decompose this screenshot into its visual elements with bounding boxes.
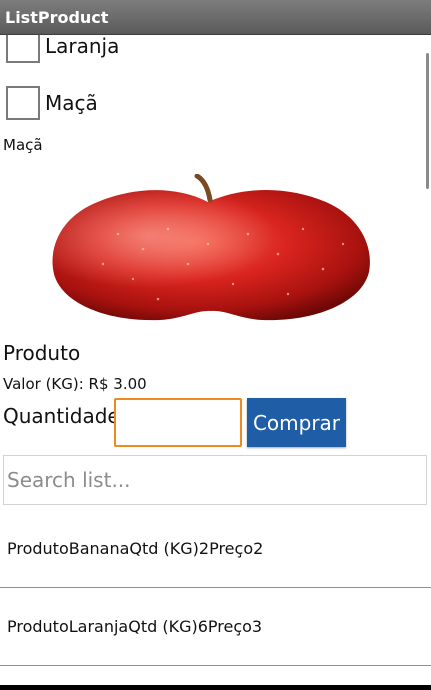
scrollbar[interactable] [426, 53, 429, 189]
product-title: Produto [3, 341, 81, 365]
product-list: ProdutoBananaQtd (KG)2Preço2 ProdutoLara… [0, 510, 431, 666]
app-title: ListProduct [5, 8, 109, 27]
list-item-text: ProdutoBananaQtd (KG)2Preço2 [7, 539, 264, 558]
selected-product-name: Maçã [3, 136, 43, 154]
quantity-label: Quantidade [3, 404, 120, 428]
list-item[interactable]: ProdutoLaranjaQtd (KG)6Preço3 [0, 588, 431, 666]
checkbox-label-laranja: Laranja [45, 35, 120, 58]
product-price: Valor (KG): R$ 3.00 [3, 375, 147, 393]
bottom-edge [0, 685, 431, 690]
apple-image [52, 174, 370, 321]
list-item-text: ProdutoLaranjaQtd (KG)6Preço3 [7, 617, 263, 636]
checkbox-maca[interactable] [6, 86, 40, 120]
screen-content: Laranja Maçã Maçã Produto Valor (KG): R$… [0, 35, 431, 685]
app-window: ListProduct Laranja Maçã Maçã Produto Va… [0, 0, 431, 690]
search-input[interactable] [3, 455, 427, 505]
checkbox-laranja[interactable] [6, 35, 40, 63]
checkbox-label-maca: Maçã [45, 91, 98, 115]
list-item[interactable]: ProdutoBananaQtd (KG)2Preço2 [0, 510, 431, 588]
buy-button[interactable]: Comprar [247, 398, 346, 447]
checkbox-row-laranja[interactable]: Laranja [6, 35, 119, 63]
checkbox-row-maca[interactable]: Maçã [6, 86, 98, 120]
title-bar: ListProduct [0, 0, 431, 35]
quantity-input[interactable] [114, 398, 242, 447]
